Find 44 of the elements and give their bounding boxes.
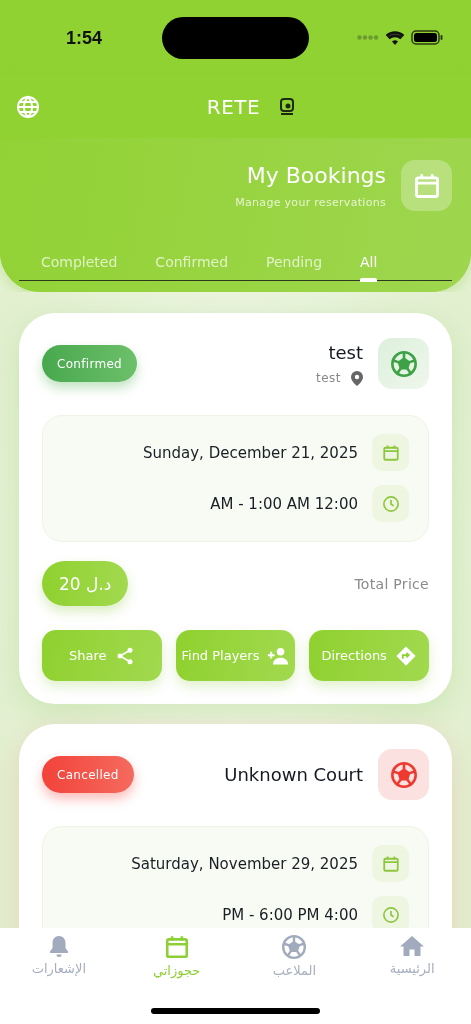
court-name: Unknown Court — [224, 764, 363, 785]
app-name: RETE — [206, 94, 261, 119]
add-person-icon — [267, 645, 290, 666]
signal-icon — [357, 35, 379, 40]
price-pill: د.ل 20 — [42, 561, 129, 606]
share-button[interactable]: Share — [42, 630, 162, 681]
soccer-ball-icon — [389, 349, 418, 378]
nav-tab[interactable]: حجوزاتي — [117, 934, 236, 984]
soccer-ball-icon — [281, 934, 308, 960]
status-badge: Confirmed — [42, 345, 137, 382]
wifi-icon — [385, 30, 405, 45]
nav-tab[interactable]: الرئيسية — [353, 934, 471, 984]
status-badge: Cancelled — [42, 756, 134, 793]
booking-date: Saturday, November 29, 2025 — [131, 854, 358, 873]
directions-icon — [394, 644, 417, 667]
court-name: test — [328, 341, 363, 363]
filter-tab[interactable]: Confirmed — [155, 233, 229, 280]
globe-icon[interactable] — [16, 94, 40, 119]
booking-time: PM - 6:00 PM 4:00 — [222, 905, 358, 924]
booking-date: Sunday, December 21, 2025 — [143, 443, 358, 462]
nav-tab[interactable]: الملاعب — [235, 934, 354, 984]
find-players-button[interactable]: Find Players — [175, 630, 296, 681]
calendar-icon — [381, 443, 400, 462]
page-subtitle: Manage your reservations — [235, 195, 386, 209]
calendar-icon — [381, 854, 400, 873]
soccer-ball-icon — [389, 760, 418, 789]
clock-icon — [381, 905, 400, 924]
price-label: Total Price — [354, 575, 429, 592]
nav-tab[interactable]: الإشعارات — [0, 934, 118, 984]
filter-tab[interactable]: All — [360, 233, 378, 280]
logo-icon — [280, 97, 295, 116]
booking-time: AM - 1:00 AM 12:00 — [210, 494, 358, 513]
page-title: My Bookings — [246, 162, 386, 188]
calendar-icon — [163, 934, 190, 960]
battery-icon — [411, 30, 443, 45]
court-location: test — [315, 371, 341, 385]
directions-button[interactable]: Directions — [309, 630, 429, 681]
home-icon — [399, 934, 426, 958]
status-time: 1:54 — [66, 28, 104, 49]
filter-tab[interactable]: Pending — [266, 233, 322, 280]
filter-tab[interactable]: Completed — [41, 233, 118, 280]
location-pin-icon — [351, 370, 363, 386]
calendar-icon — [412, 171, 441, 200]
clock-icon — [381, 494, 400, 513]
